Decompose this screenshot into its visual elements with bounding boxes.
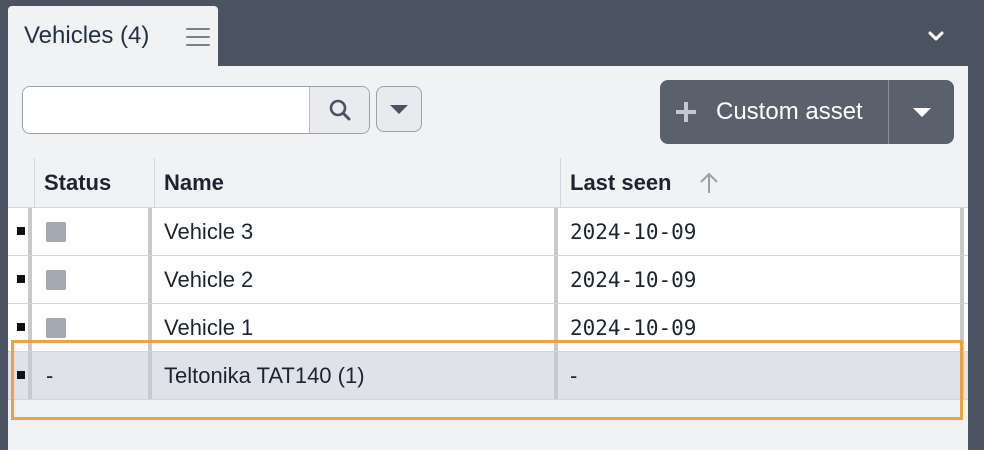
row-marker [17, 323, 25, 331]
plus-icon [676, 102, 696, 122]
row-divider [960, 352, 964, 399]
row-divider [554, 208, 558, 255]
search-button[interactable] [309, 87, 369, 133]
column-header-name[interactable]: Name [164, 158, 224, 208]
row-name: Teltonika TAT140 (1) [164, 363, 365, 388]
row-marker [17, 371, 25, 379]
table-header: Status Name Last seen [8, 158, 968, 208]
row-divider [554, 304, 558, 351]
status-indicator [46, 318, 66, 338]
row-divider [554, 352, 558, 399]
custom-asset-button[interactable]: Custom asset [660, 80, 888, 144]
row-name: Vehicle 3 [164, 219, 254, 244]
row-divider [554, 256, 558, 303]
row-divider [960, 256, 964, 303]
row-divider [28, 304, 32, 351]
column-divider [34, 158, 35, 208]
custom-asset-dropdown-button[interactable] [889, 80, 954, 144]
row-divider [148, 208, 152, 255]
vehicles-panel: Custom asset Status Name Last seen Vehic… [8, 66, 968, 450]
column-header-last-seen-label: Last seen [570, 170, 672, 195]
table-row[interactable]: Vehicle 1 2024-10-09 [8, 304, 968, 352]
search-icon [329, 99, 351, 121]
column-divider[interactable] [560, 158, 561, 208]
chevron-down-icon[interactable] [922, 22, 950, 50]
row-divider [960, 208, 964, 255]
search-box [22, 86, 370, 134]
table-row[interactable]: Vehicle 2 2024-10-09 [8, 256, 968, 304]
row-divider [148, 304, 152, 351]
row-divider [28, 352, 32, 399]
row-name: Vehicle 1 [164, 315, 254, 340]
column-divider[interactable] [154, 158, 155, 208]
menu-icon[interactable] [186, 28, 210, 46]
table-row[interactable]: Vehicle 3 2024-10-09 [8, 208, 968, 256]
custom-asset-button-group: Custom asset [660, 80, 954, 144]
caret-down-icon [390, 104, 408, 114]
row-last-seen: 2024-10-09 [570, 268, 697, 292]
caret-down-icon [912, 107, 931, 117]
row-status: - [46, 363, 54, 388]
row-divider [148, 352, 152, 399]
search-input[interactable] [23, 87, 309, 133]
sort-up-icon [700, 172, 718, 193]
column-header-status[interactable]: Status [44, 158, 111, 208]
tab-title: Vehicles (4) [24, 22, 150, 49]
row-last-seen: - [570, 363, 578, 388]
column-header-last-seen[interactable]: Last seen [570, 158, 718, 208]
status-indicator [46, 222, 66, 242]
row-divider [28, 208, 32, 255]
row-divider [148, 256, 152, 303]
status-indicator [46, 270, 66, 290]
row-divider [28, 256, 32, 303]
row-name: Vehicle 2 [164, 267, 254, 292]
tab-vehicles[interactable]: Vehicles (4) [8, 6, 218, 68]
row-marker [17, 227, 25, 235]
row-marker [17, 275, 25, 283]
row-last-seen: 2024-10-09 [570, 316, 697, 340]
table-row-selected[interactable]: - Teltonika TAT140 (1) - [8, 352, 968, 400]
custom-asset-label: Custom asset [716, 98, 863, 125]
row-last-seen: 2024-10-09 [570, 220, 697, 244]
row-divider [960, 304, 964, 351]
filter-dropdown-button[interactable] [376, 86, 422, 132]
